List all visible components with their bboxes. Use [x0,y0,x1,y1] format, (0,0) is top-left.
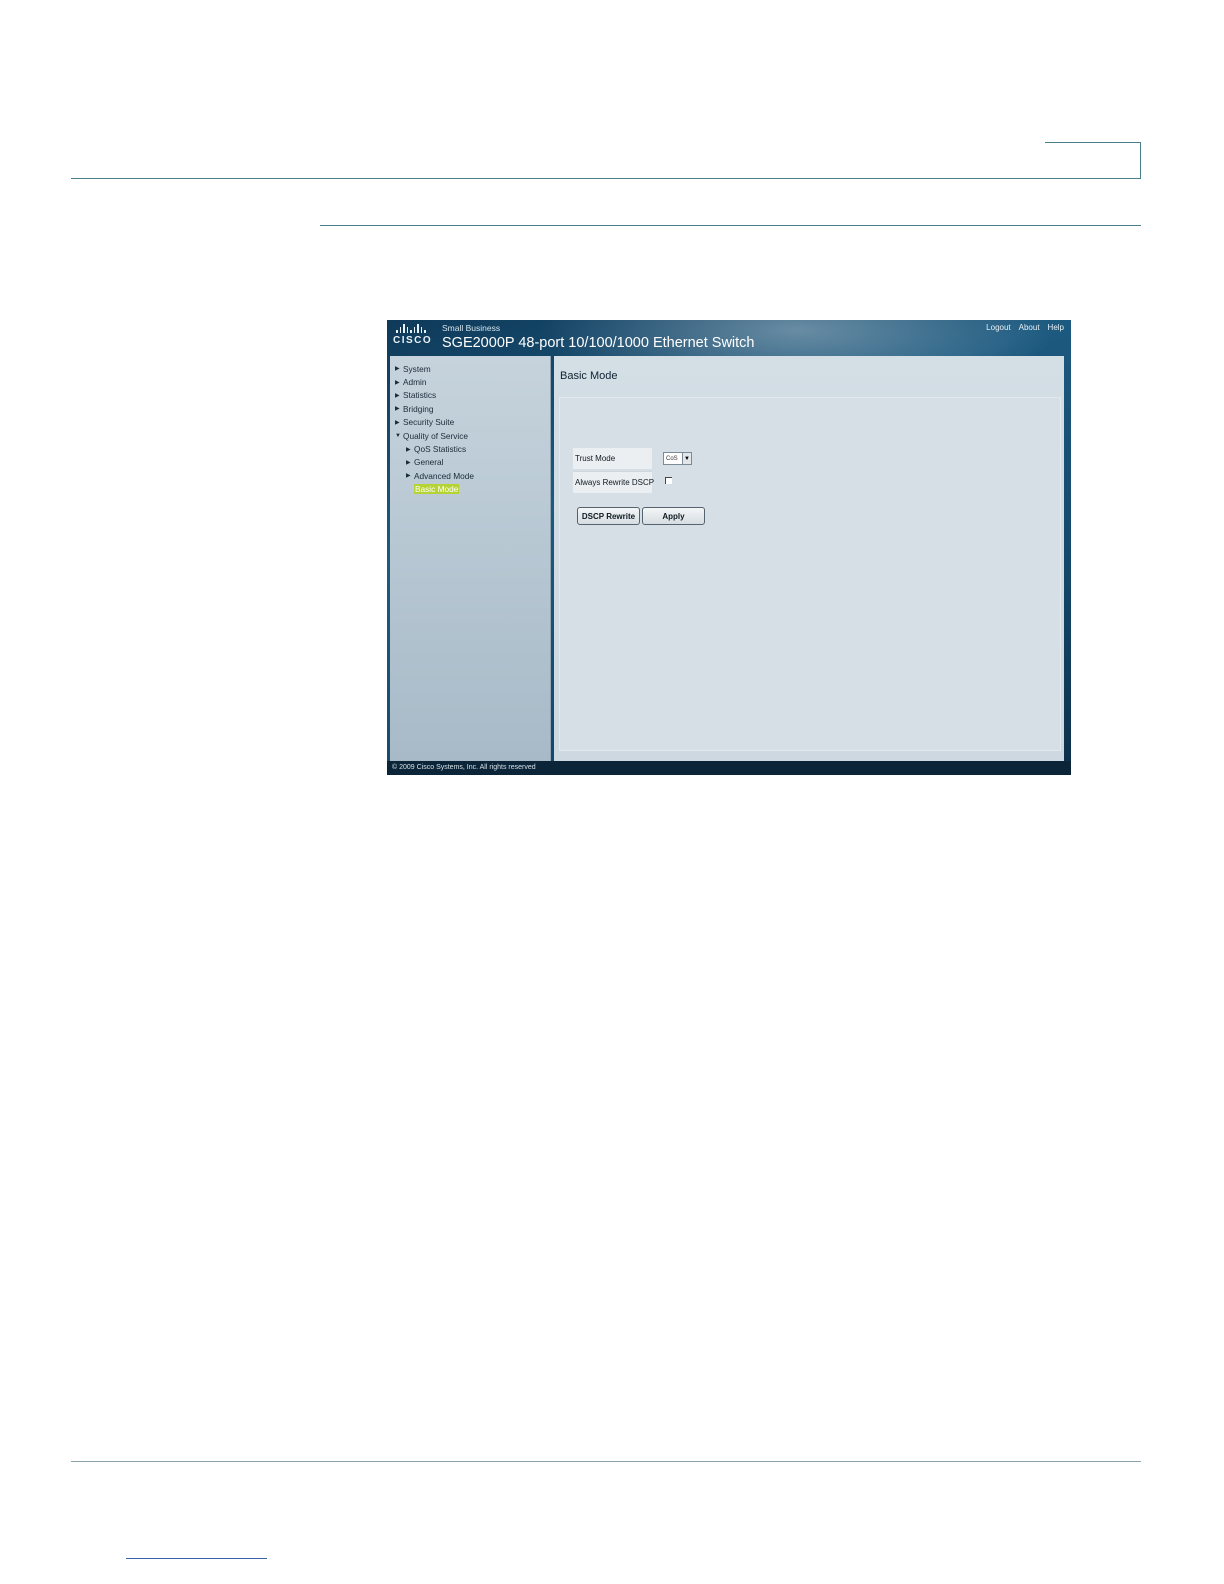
expand-arrow-icon: ▶ [406,446,411,453]
trust-mode-value: CoS [666,455,678,462]
nav-tree: ▶ System ▶ Admin ▶ Statistics ▶ Bridging ▶ Se… [390,356,550,496]
sidebar-item-label: Advanced Mode [414,470,474,481]
expand-arrow-icon: ▶ [406,459,411,466]
expand-arrow-icon: ▶ [395,366,400,373]
trust-mode-select[interactable]: CoS ▼ [663,452,692,465]
always-rewrite-dscp-checkbox[interactable] [665,477,672,484]
sidebar-item-label: System [403,363,431,374]
logout-link[interactable]: Logout [986,323,1010,332]
sidebar-item-general[interactable]: ▶ General [390,456,550,469]
expand-arrow-icon: ▶ [406,473,411,480]
page-title: Basic Mode [560,370,618,382]
sidebar-item-label: Basic Mode [414,484,460,495]
expand-arrow-icon: ▶ [395,392,400,399]
sidebar-nav: ▶ System ▶ Admin ▶ Statistics ▶ Bridging ▶ Se… [390,356,551,761]
dscp-rewrite-button[interactable]: DSCP Rewrite [577,507,640,525]
brand-small-business: Small Business [442,323,501,333]
sidebar-item-quality-of-service[interactable]: ▼ Quality of Service [390,429,550,442]
chevron-down-icon[interactable]: ▼ [682,453,691,464]
cisco-logo: CISCO [393,323,433,349]
sidebar-item-label: Security Suite [403,417,455,428]
sidebar-item-qos-statistics[interactable]: ▶ QoS Statistics [390,442,550,455]
copyright-text: © 2009 Cisco Systems, Inc. All rights re… [392,764,536,771]
app-footer: © 2009 Cisco Systems, Inc. All rights re… [387,761,1071,775]
sidebar-item-label: General [414,457,444,468]
always-rewrite-dscp-label: Always Rewrite DSCP [573,471,654,493]
sidebar-item-statistics[interactable]: ▶ Statistics [390,389,550,402]
sidebar-item-advanced-mode[interactable]: ▶ Advanced Mode [390,469,550,482]
sidebar-item-label: Quality of Service [403,430,469,441]
cisco-logo-text: CISCO [393,335,433,346]
about-link[interactable]: About [1019,323,1040,332]
sidebar-item-label: Admin [403,377,427,388]
collapse-arrow-icon: ▼ [395,432,401,439]
expand-arrow-icon: ▶ [395,406,400,413]
sidebar-item-basic-mode[interactable]: Basic Mode [390,483,550,496]
product-title: SGE2000P 48-port 10/100/1000 Ethernet Sw… [442,335,755,351]
app-header: CISCO Small Business SGE2000P 48-port 10… [387,320,1071,356]
expand-arrow-icon: ▶ [395,419,400,426]
settings-panel: Trust Mode CoS ▼ Always Rewrite DSCP DSC… [559,397,1061,751]
cisco-logo-icon [396,323,433,333]
sidebar-item-system[interactable]: ▶ System [390,362,550,375]
footer-link-underline [126,1558,267,1559]
apply-button[interactable]: Apply [642,507,705,525]
sidebar-item-admin[interactable]: ▶ Admin [390,375,550,388]
sidebar-item-bridging[interactable]: ▶ Bridging [390,402,550,415]
help-link[interactable]: Help [1048,323,1064,332]
top-links: Logout About Help [986,323,1064,332]
sidebar-item-label: Bridging [403,403,434,414]
sidebar-item-label: Statistics [403,390,437,401]
chapter-tab-box [1045,142,1141,179]
footer-rule [71,1461,1141,1462]
switch-admin-screenshot: CISCO Small Business SGE2000P 48-port 10… [387,320,1071,775]
sidebar-item-security-suite[interactable]: ▶ Security Suite [390,416,550,429]
sidebar-item-label: QoS Statistics [414,444,467,455]
trust-mode-label: Trust Mode [573,448,652,469]
expand-arrow-icon: ▶ [395,379,400,386]
main-content: Basic Mode Trust Mode CoS ▼ Always Rewri… [554,356,1064,761]
section-rule [320,225,1141,226]
header-rule [71,178,1141,179]
